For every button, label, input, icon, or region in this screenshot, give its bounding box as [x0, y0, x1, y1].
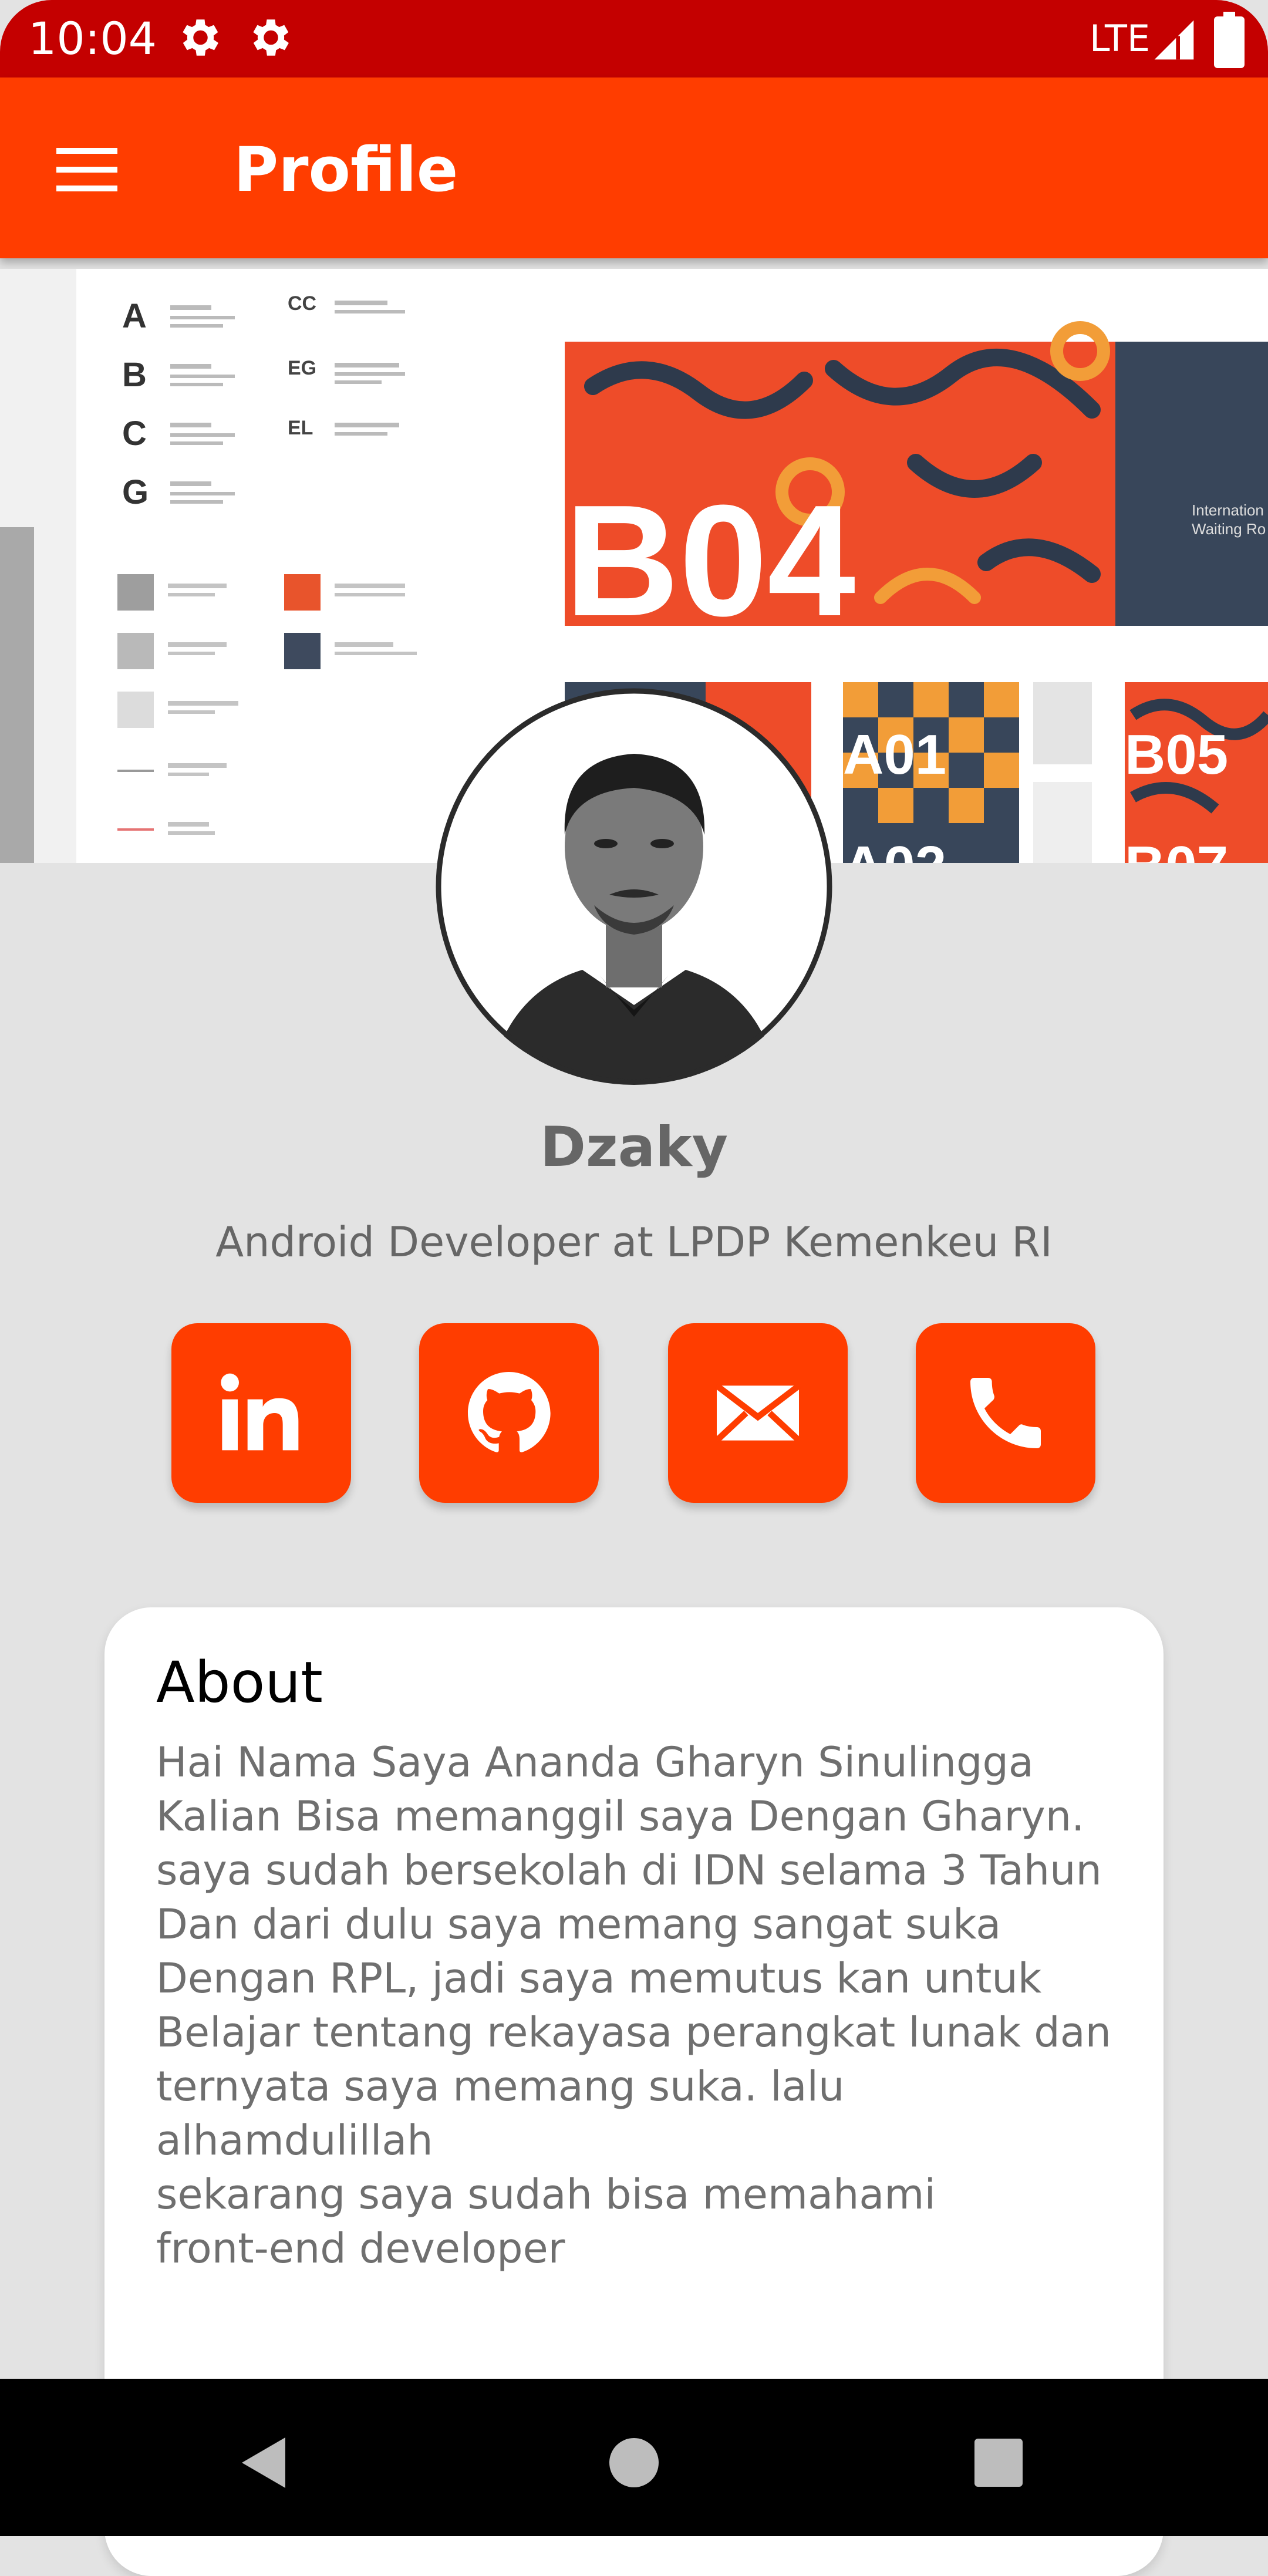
- menu-icon[interactable]: [56, 143, 124, 196]
- phone-button[interactable]: [916, 1323, 1095, 1503]
- legend-code: EG: [288, 357, 316, 379]
- recents-icon[interactable]: [966, 2430, 1031, 2495]
- legend-letter: C: [122, 414, 147, 453]
- navigation-bar: [0, 2379, 1268, 2536]
- tile-label: B07: [1125, 835, 1228, 863]
- gear-icon: [253, 19, 289, 56]
- phone-icon: [970, 1378, 1041, 1448]
- legend-letter: G: [122, 473, 149, 511]
- legend-letter: B: [122, 356, 147, 394]
- mail-icon: [714, 1383, 801, 1443]
- svg-text:Waiting Ro: Waiting Ro: [1192, 520, 1266, 538]
- svg-text:Internation: Internation: [1192, 501, 1264, 519]
- legend-letter: A: [122, 297, 147, 335]
- legend-code: EL: [288, 417, 313, 439]
- battery-icon: [1214, 12, 1245, 68]
- page-title: Profile: [234, 134, 458, 205]
- tile-label: A01: [843, 723, 946, 786]
- github-icon: [468, 1372, 551, 1452]
- avatar: [436, 688, 832, 1085]
- gear-icon: [183, 19, 218, 56]
- linkedin-button[interactable]: [171, 1323, 351, 1503]
- profile-subtitle: Android Developer at LPDP Kemenkeu RI: [215, 1218, 1053, 1266]
- signal-icon: [1154, 20, 1194, 60]
- status-bar: 10:04 LTE: [0, 0, 1268, 77]
- network-type: LTE: [1090, 17, 1151, 60]
- home-icon[interactable]: [602, 2430, 666, 2495]
- status-time: 10:04: [28, 12, 157, 65]
- about-body: Hai Nama Saya Ananda Gharyn Sinulingga K…: [156, 1738, 1111, 2272]
- app-bar: Profile: [0, 77, 1268, 258]
- back-icon[interactable]: [231, 2430, 296, 2495]
- email-button[interactable]: [668, 1323, 848, 1503]
- linkedin-icon: [221, 1373, 299, 1451]
- github-button[interactable]: [419, 1323, 599, 1503]
- profile-name: Dzaky: [540, 1115, 728, 1179]
- legend-code: CC: [288, 292, 316, 315]
- tile-label: A02: [843, 835, 946, 863]
- about-title: About: [156, 1650, 323, 1715]
- tile-label: B05: [1125, 723, 1228, 786]
- tile-label: B04: [565, 473, 856, 649]
